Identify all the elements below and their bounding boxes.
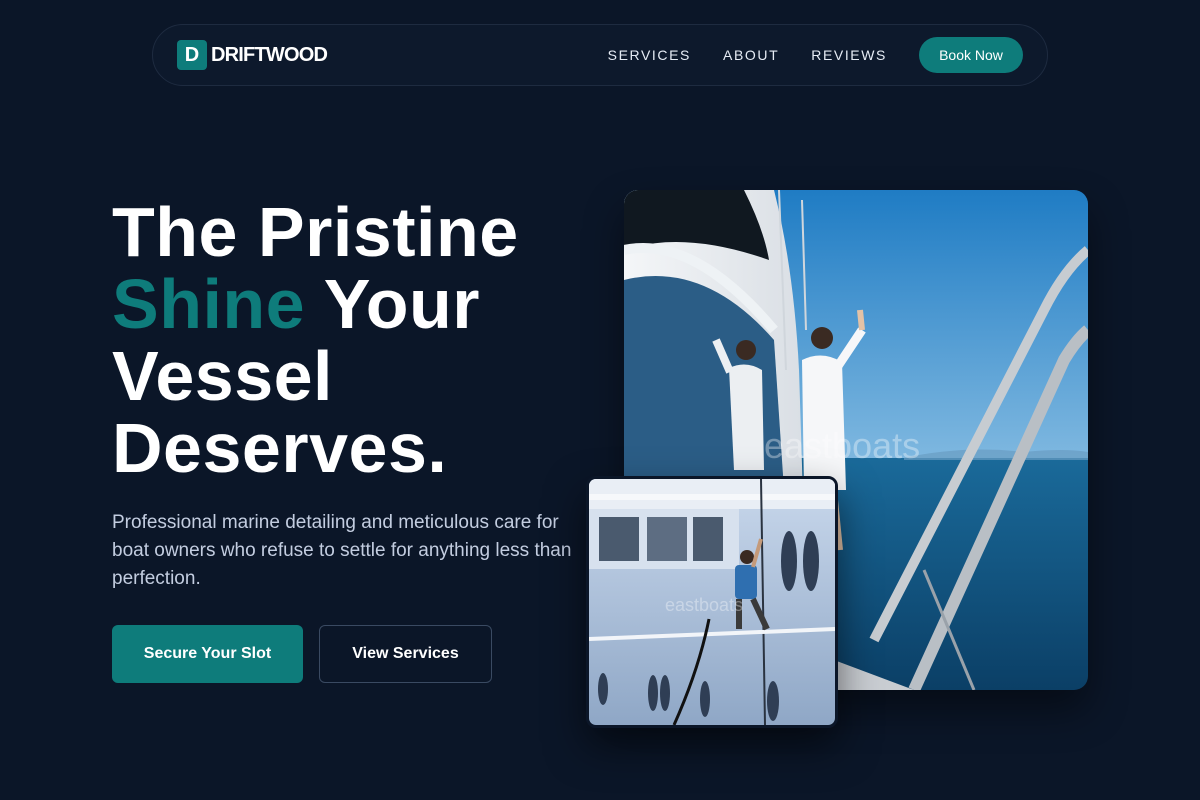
main-watermark: eastboats [764, 425, 920, 466]
hero-title-line1: The Pristine [112, 193, 519, 271]
hero-title-line2: Your [305, 265, 481, 343]
secure-slot-button[interactable]: Secure Your Slot [112, 625, 303, 683]
view-services-button[interactable]: View Services [319, 625, 492, 683]
nav-link-about[interactable]: ABOUT [723, 47, 779, 63]
small-watermark: eastboats [665, 595, 743, 615]
logo-mark: D [177, 40, 207, 70]
book-now-button[interactable]: Book Now [919, 37, 1023, 73]
nav-link-services[interactable]: SERVICES [608, 47, 691, 63]
top-navbar: D DRIFTWOOD SERVICES ABOUT REVIEWS Book … [152, 24, 1048, 86]
nav-link-reviews[interactable]: REVIEWS [811, 47, 887, 63]
hero-title-line3: Vessel [112, 337, 333, 415]
nav-links: SERVICES ABOUT REVIEWS Book Now [608, 37, 1023, 73]
hero-image-detailing: eastboats [586, 476, 838, 728]
hero-title-accent: Shine [112, 265, 306, 343]
hero-title: The Pristine Shine Your Vessel Deserves. [112, 196, 592, 484]
detailing-photo-illustration: eastboats [589, 479, 835, 725]
logo-text: DRIFTWOOD [211, 43, 328, 66]
hero-subtitle: Professional marine detailing and meticu… [112, 512, 572, 589]
hero-title-line4: Deserves. [112, 409, 448, 487]
logo[interactable]: D DRIFTWOOD [177, 40, 328, 70]
